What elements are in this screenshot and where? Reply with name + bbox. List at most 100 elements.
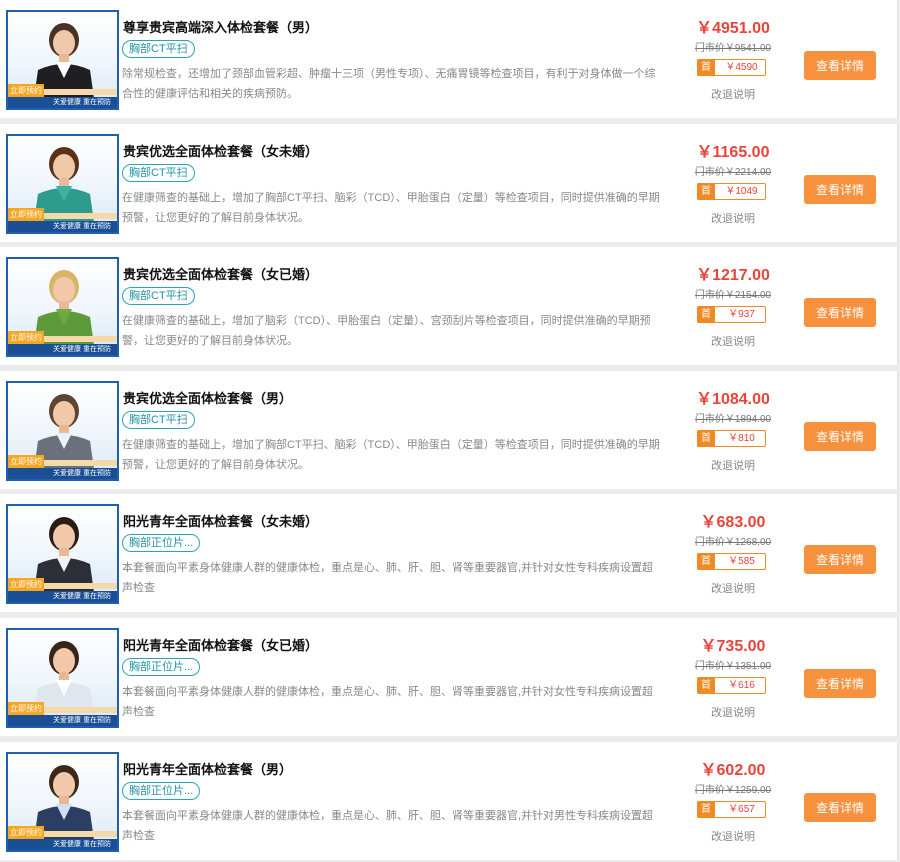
- refund-policy-link[interactable]: 改退说明: [670, 828, 796, 844]
- market-price: 门市价￥9541.00: [694, 43, 772, 54]
- first-order-icon: 首: [697, 801, 715, 818]
- refund-policy-link[interactable]: 改退说明: [670, 210, 796, 226]
- book-now-badge: 立即预约: [8, 578, 44, 592]
- package-tag: 胸部正位片...: [122, 782, 201, 800]
- refund-policy-link[interactable]: 改退说明: [670, 704, 796, 720]
- first-order-icon: 首: [697, 306, 715, 323]
- first-order-price: ￥4590: [725, 62, 758, 73]
- first-order-price: ￥585: [728, 556, 755, 567]
- market-price: 门市价￥2154.00: [694, 290, 772, 301]
- book-now-badge: 立即预约: [8, 208, 44, 222]
- package-price: ￥1165.00: [696, 144, 770, 161]
- refund-policy-link[interactable]: 改退说明: [670, 333, 796, 349]
- market-price: 门市价￥1268.00: [694, 537, 772, 548]
- refund-policy-link[interactable]: 改退说明: [670, 457, 796, 473]
- first-order-icon: 首: [697, 553, 715, 570]
- package-price: ￥602.00: [700, 762, 766, 779]
- package-title[interactable]: 贵宾优选全面体检套餐（男）: [123, 388, 292, 407]
- package-title[interactable]: 尊享贵宾高端深入体检套餐（男）: [123, 17, 318, 36]
- thumbnail-strip: [44, 460, 117, 466]
- view-details-button[interactable]: 查看详情: [804, 793, 876, 822]
- first-order-price: ￥616: [728, 680, 755, 691]
- package-tag: 胸部正位片...: [122, 534, 201, 552]
- package-price: ￥4951.00: [696, 20, 770, 37]
- slogan-bar: 关爱健康 重在预防: [8, 839, 117, 850]
- package-tag: 胸部CT平扫: [122, 411, 195, 429]
- slogan-bar: 关爱健康 重在预防: [8, 344, 117, 355]
- package-thumbnail[interactable]: 立即预约 关爱健康 重在预防: [6, 752, 119, 852]
- package-title[interactable]: 阳光青年全面体检套餐（男）: [123, 759, 292, 778]
- package-tag: 胸部CT平扫: [122, 287, 195, 305]
- thumbnail-strip: [44, 831, 117, 837]
- package-thumbnail[interactable]: 立即预约 关爱健康 重在预防: [6, 134, 119, 234]
- package-thumbnail[interactable]: 立即预约 关爱健康 重在预防: [6, 381, 119, 481]
- package-card: 立即预约 关爱健康 重在预防 阳光青年全面体检套餐（女未婚） 胸部正位片... …: [0, 494, 898, 612]
- package-tag: 胸部CT平扫: [122, 40, 195, 58]
- thumbnail-strip: [44, 89, 117, 95]
- first-order-price: ￥937: [728, 309, 755, 320]
- first-order-price-badge: 首 ￥657: [697, 801, 766, 818]
- package-thumbnail[interactable]: 立即预约 关爱健康 重在预防: [6, 257, 119, 357]
- market-price: 门市价￥1259.00: [694, 785, 772, 796]
- first-order-price-badge: 首 ￥4590: [697, 59, 766, 76]
- package-tag: 胸部正位片...: [122, 658, 201, 676]
- first-order-icon: 首: [697, 677, 715, 694]
- first-order-icon: 首: [697, 430, 715, 447]
- package-card: 立即预约 关爱健康 重在预防 阳光青年全面体检套餐（男） 胸部正位片... 本套…: [0, 742, 898, 860]
- book-now-badge: 立即预约: [8, 331, 44, 345]
- package-title[interactable]: 阳光青年全面体检套餐（女已婚）: [123, 635, 318, 654]
- thumbnail-strip: [44, 336, 117, 342]
- slogan-bar: 关爱健康 重在预防: [8, 468, 117, 479]
- book-now-badge: 立即预约: [8, 84, 44, 98]
- book-now-badge: 立即预约: [8, 455, 44, 469]
- package-description: 除常规检查，还增加了颈部血管彩超、肿瘤十三项（男性专项）、无痛胃镜等检查项目，有…: [122, 68, 656, 100]
- refund-policy-link[interactable]: 改退说明: [670, 580, 796, 596]
- view-details-button[interactable]: 查看详情: [804, 545, 876, 574]
- view-details-button[interactable]: 查看详情: [804, 51, 876, 80]
- slogan-bar: 关爱健康 重在预防: [8, 591, 117, 602]
- thumbnail-strip: [44, 213, 117, 219]
- package-card: 立即预约 关爱健康 重在预防 贵宾优选全面体检套餐（女未婚） 胸部CT平扫 在健…: [0, 124, 898, 242]
- package-thumbnail[interactable]: 立即预约 关爱健康 重在预防: [6, 628, 119, 728]
- package-thumbnail[interactable]: 立即预约 关爱健康 重在预防: [6, 504, 119, 604]
- first-order-price: ￥810: [728, 433, 755, 444]
- book-now-badge: 立即预约: [8, 826, 44, 840]
- first-order-price: ￥1049: [725, 186, 758, 197]
- first-order-price-badge: 首 ￥937: [697, 306, 766, 323]
- view-details-button[interactable]: 查看详情: [804, 422, 876, 451]
- market-price: 门市价￥1894.00: [694, 414, 772, 425]
- package-card: 立即预约 关爱健康 重在预防 阳光青年全面体检套餐（女已婚） 胸部正位片... …: [0, 618, 898, 736]
- market-price: 门市价￥2214.00: [694, 167, 772, 178]
- package-description: 本套餐面向平素身体健康人群的健康体检，重点是心、肺、肝、胆、肾等重要器官,并针对…: [122, 810, 654, 842]
- slogan-bar: 关爱健康 重在预防: [8, 97, 117, 108]
- first-order-price-badge: 首 ￥585: [697, 553, 766, 570]
- package-description: 在健康筛查的基础上，增加了胸部CT平扫、脑彩（TCD）、甲胎蛋白（定量）等检查项…: [122, 439, 660, 471]
- view-details-button[interactable]: 查看详情: [804, 298, 876, 327]
- thumbnail-strip: [44, 583, 117, 589]
- package-description: 本套餐面向平素身体健康人群的健康体检，重点是心、肺、肝、胆、肾等重要器官,并针对…: [122, 562, 654, 594]
- package-tag: 胸部CT平扫: [122, 164, 195, 182]
- first-order-price-badge: 首 ￥616: [697, 677, 766, 694]
- package-card: 立即预约 关爱健康 重在预防 贵宾优选全面体检套餐（女已婚） 胸部CT平扫 在健…: [0, 247, 898, 365]
- first-order-price-badge: 首 ￥810: [697, 430, 766, 447]
- package-price: ￥1217.00: [696, 267, 770, 284]
- first-order-price: ￥657: [728, 804, 755, 815]
- package-price: ￥735.00: [700, 638, 766, 655]
- package-description: 在健康筛查的基础上，增加了胸部CT平扫、脑彩（TCD）、甲胎蛋白（定量）等检查项…: [122, 192, 660, 224]
- package-title[interactable]: 阳光青年全面体检套餐（女未婚）: [123, 511, 318, 530]
- first-order-icon: 首: [697, 59, 715, 76]
- market-price: 门市价￥1351.00: [694, 661, 772, 672]
- package-card: 立即预约 关爱健康 重在预防 贵宾优选全面体检套餐（男） 胸部CT平扫 在健康筛…: [0, 371, 898, 489]
- package-price: ￥1084.00: [696, 391, 770, 408]
- view-details-button[interactable]: 查看详情: [804, 175, 876, 204]
- package-title[interactable]: 贵宾优选全面体检套餐（女未婚）: [123, 141, 318, 160]
- first-order-price-badge: 首 ￥1049: [697, 183, 766, 200]
- refund-policy-link[interactable]: 改退说明: [670, 86, 796, 102]
- thumbnail-strip: [44, 707, 117, 713]
- first-order-icon: 首: [697, 183, 715, 200]
- view-details-button[interactable]: 查看详情: [804, 669, 876, 698]
- slogan-bar: 关爱健康 重在预防: [8, 221, 117, 232]
- package-title[interactable]: 贵宾优选全面体检套餐（女已婚）: [123, 264, 318, 283]
- package-price: ￥683.00: [700, 514, 766, 531]
- package-thumbnail[interactable]: 立即预约 关爱健康 重在预防: [6, 10, 119, 110]
